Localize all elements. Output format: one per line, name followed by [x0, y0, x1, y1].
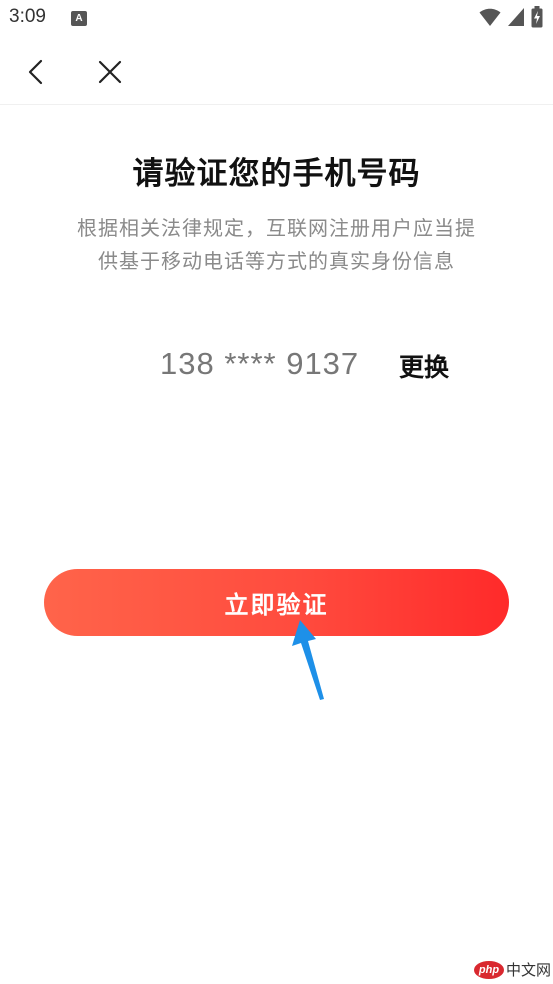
- page-title: 请验证您的手机号码: [132, 156, 421, 192]
- back-button[interactable]: [18, 54, 54, 90]
- battery-charging-icon: [531, 6, 543, 28]
- status-bar: 3:09 A: [0, 0, 553, 38]
- close-button[interactable]: [92, 54, 128, 90]
- subtitle: 根据相关法律规定，互联网注册用户应当提 供基于移动电话等方式的真实身份信息: [50, 212, 503, 278]
- app-notification-icon: A: [71, 11, 87, 26]
- subtitle-line-1: 根据相关法律规定，互联网注册用户应当提: [77, 216, 476, 240]
- watermark-text: 中文网: [505, 961, 551, 979]
- nav-bar: [0, 38, 553, 105]
- annotation-arrow-icon: [292, 620, 324, 700]
- watermark-logo: php: [473, 960, 504, 979]
- change-phone-button[interactable]: 更换: [399, 348, 449, 384]
- status-icons: [479, 6, 543, 28]
- close-icon: [98, 60, 122, 84]
- watermark: php 中文网: [473, 959, 551, 980]
- subtitle-line-2: 供基于移动电话等方式的真实身份信息: [98, 249, 455, 273]
- status-time: 3:09: [9, 6, 46, 27]
- cellular-signal-icon: [508, 8, 524, 26]
- masked-phone-number: 138 **** 9137: [160, 346, 360, 381]
- chevron-left-icon: [28, 59, 43, 85]
- verify-now-button[interactable]: 立即验证: [44, 569, 509, 636]
- wifi-icon: [479, 8, 501, 26]
